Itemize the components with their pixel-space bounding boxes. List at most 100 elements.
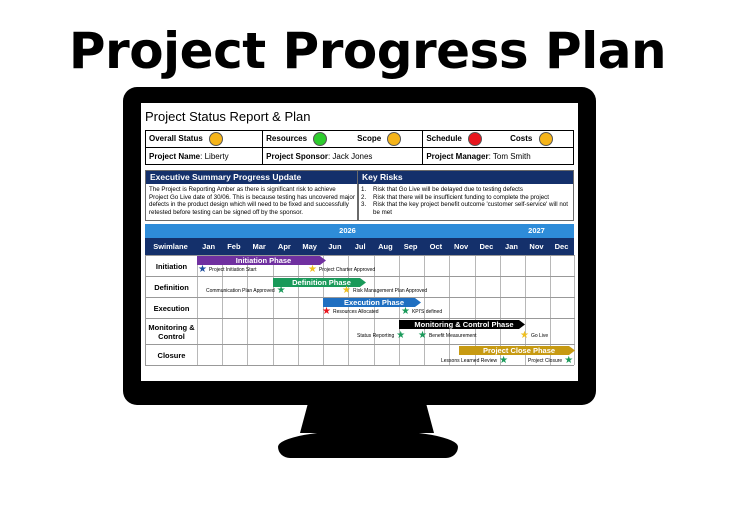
milestone-label: Risk Management Plan Approved (352, 288, 428, 294)
summary-heading: Executive Summary Progress Update (146, 171, 358, 184)
milestone: ★ Project Initiation Start (198, 265, 259, 275)
gantt-chart: 2026 2027 Swimlane Jan Feb Mar Apr May J… (145, 224, 575, 366)
project-name-value: Liberty (204, 151, 229, 161)
month-label: Jun (328, 242, 342, 251)
schedule-cell: Schedule (422, 130, 508, 148)
initiation-phase-bar: Initiation Phase (197, 256, 326, 265)
risk-text: Risk that there will be insufficient fun… (373, 193, 549, 201)
project-manager-label: Project Manager (426, 151, 489, 161)
report-screen: Project Status Report & Plan Overall Sta… (141, 103, 578, 381)
project-name-label: Project Name (149, 151, 201, 161)
month-label: Jan (202, 242, 216, 251)
project-sponsor-label: Project Sponsor (266, 151, 328, 161)
milestone: ★ Go Live (520, 331, 550, 341)
monitoring-control-phase-bar: Monitoring & Control Phase (399, 320, 525, 329)
month-header-row: Swimlane Jan Feb Mar Apr May Jun Jul Aug… (145, 238, 574, 255)
star-icon: ★ (276, 285, 286, 296)
report-title: Project Status Report & Plan (145, 109, 311, 124)
month-label: Aug (378, 242, 393, 251)
costs-indicator (538, 132, 553, 146)
milestone-label: Project Closure (528, 358, 563, 364)
project-manager-value: Tom Smith (492, 151, 531, 161)
risk-text: Risk that Go Live will be delayed due to… (373, 186, 523, 193)
risk-text: Risk that the key project benefit outcom… (373, 201, 568, 216)
risk-list: 1. Risk that Go Live will be delayed due… (358, 184, 573, 218)
scope-indicator (387, 132, 402, 146)
summary-text: The Project is Reporting Amber as there … (149, 186, 355, 216)
month-label: Nov (454, 242, 469, 251)
month-label: Jan (505, 242, 518, 251)
swimlane-header: Swimlane (153, 242, 188, 251)
star-icon: ★ (322, 306, 331, 317)
page-title: Project Progress Plan (68, 22, 667, 80)
monitor-stand-base (278, 430, 458, 458)
costs-cell: Costs (507, 130, 575, 148)
milestone-label: KPI'S defined (411, 309, 443, 315)
year-header-row: 2026 2027 (145, 224, 574, 238)
milestone-label: Benefit Measurement (428, 333, 477, 339)
lane-label: Definition (154, 282, 189, 292)
star-icon: ★ (401, 306, 410, 317)
lane-label: Initiation (155, 261, 188, 271)
resources-indicator (313, 132, 328, 146)
milestone: ★ Resources Allocated (322, 307, 381, 317)
milestone-label: Project Initiation Start (208, 267, 257, 273)
milestone: Project Closure ★ (526, 356, 573, 366)
milestone-label: Communication Plan Approved (206, 288, 275, 294)
scope-label: Scope (357, 134, 382, 144)
milestone: ★ Project Charter Approved (308, 265, 377, 275)
risk-number: 1. (361, 186, 367, 193)
milestone-label: Project Charter Approved (318, 267, 376, 273)
risk-number: 2. (361, 193, 367, 201)
milestone: ★ Risk Management Plan Approved (342, 286, 429, 296)
status-table: Overall Status Resources Scope Schedule … (144, 130, 575, 165)
lane-label: Execution (153, 303, 190, 313)
star-icon: ★ (308, 264, 317, 275)
risk-item: 2. Risk that there will be insufficient … (361, 194, 570, 202)
schedule-label: Schedule (426, 134, 462, 144)
costs-label: Costs (510, 134, 533, 144)
lane-label: Closure (157, 351, 186, 360)
year-label: 2027 (528, 226, 545, 235)
milestone-label: Lessons Learned Review (441, 358, 498, 364)
star-icon: ★ (499, 355, 509, 366)
resources-label: Resources (266, 134, 308, 144)
project-name-cell: Project Name: Liberty (144, 147, 264, 165)
risk-item: 3. Risk that the key project benefit out… (361, 201, 570, 216)
scope-cell: Scope (354, 130, 424, 148)
gantt-lanes: Initiation Definition Execution Monitori… (145, 255, 575, 366)
risk-number: 3. (361, 201, 367, 209)
overall-status-indicator (209, 132, 224, 146)
project-manager-cell: Project Manager: Tom Smith (422, 147, 574, 165)
key-risks: Key Risks 1. Risk that Go Live will be d… (357, 170, 574, 221)
project-close-phase-bar: Project Close Phase (459, 346, 575, 355)
executive-summary: Executive Summary Progress Update The Pr… (145, 170, 359, 221)
star-icon: ★ (564, 355, 574, 366)
month-label: Nov (529, 242, 544, 251)
month-label: Dec (479, 242, 494, 251)
milestone-label: Resources Allocated (332, 309, 379, 315)
overall-status-cell: Overall Status (144, 130, 264, 148)
monitor-stand-neck (300, 403, 434, 433)
star-icon: ★ (520, 330, 529, 341)
project-sponsor-value: Jack Jones (332, 151, 373, 161)
star-icon: ★ (198, 264, 207, 275)
schedule-indicator (468, 132, 483, 146)
milestone-label: Go Live (530, 333, 549, 339)
month-label: May (302, 242, 317, 251)
project-sponsor-cell: Project Sponsor: Jack Jones (262, 147, 424, 165)
milestone: ★ KPI'S defined (401, 307, 444, 317)
milestone-label: Status Reporting (357, 333, 395, 339)
milestone: Lessons Learned Review ★ (439, 356, 508, 366)
lane-label: Monitoring & Control (148, 322, 195, 341)
month-label: Dec (554, 242, 569, 251)
resources-cell: Resources (262, 130, 355, 148)
milestone: Status Reporting ★ (355, 331, 405, 341)
month-label: Oct (429, 242, 443, 251)
star-icon: ★ (342, 285, 351, 296)
month-label: Feb (227, 242, 241, 251)
risks-heading: Key Risks (358, 171, 573, 184)
year-label: 2026 (339, 226, 356, 235)
month-label: Mar (252, 242, 266, 251)
month-label: Sep (403, 242, 418, 251)
